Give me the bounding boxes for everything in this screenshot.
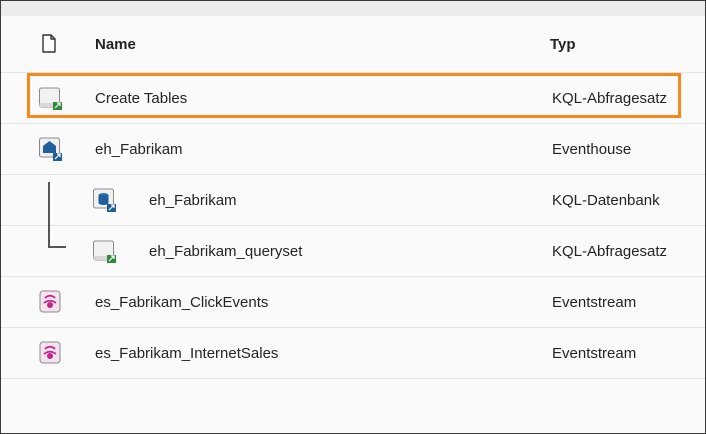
table-row[interactable]: eh_Fabrikam_queryset KQL-Abfragesatz: [1, 226, 705, 277]
table-row[interactable]: es_Fabrikam_InternetSales Eventstream: [1, 328, 705, 379]
table-row[interactable]: eh_Fabrikam KQL-Datenbank: [1, 175, 705, 226]
kql-queryset-icon: [38, 85, 64, 111]
top-strip: [1, 1, 705, 16]
kql-queryset-icon: [92, 238, 118, 264]
table-row[interactable]: es_Fabrikam_ClickEvents Eventstream: [1, 277, 705, 328]
item-type: Eventhouse: [552, 140, 632, 158]
eventstream-icon: [38, 340, 64, 366]
kql-database-icon: [92, 187, 118, 213]
item-type: KQL-Datenbank: [552, 191, 660, 209]
item-type: KQL-Abfragesatz: [552, 242, 668, 260]
item-name[interactable]: Create Tables: [95, 73, 187, 123]
workspace-item-list: Name Typ Create Tables KQL-Abfragesatz e…: [0, 0, 706, 434]
column-header-name[interactable]: Name: [95, 16, 136, 72]
item-type: Eventstream: [552, 344, 637, 362]
item-type: KQL-Abfragesatz: [552, 89, 668, 107]
item-table: Name Typ Create Tables KQL-Abfragesatz e…: [1, 16, 705, 379]
eventhouse-icon: [38, 136, 64, 162]
item-name[interactable]: es_Fabrikam_InternetSales: [95, 328, 278, 378]
item-name[interactable]: es_Fabrikam_ClickEvents: [95, 277, 268, 327]
item-name[interactable]: eh_Fabrikam: [95, 124, 183, 174]
document-icon: [41, 34, 57, 54]
table-header: Name Typ: [1, 16, 705, 73]
table-row[interactable]: eh_Fabrikam Eventhouse: [1, 124, 705, 175]
table-row[interactable]: Create Tables KQL-Abfragesatz: [1, 73, 705, 124]
item-name[interactable]: eh_Fabrikam: [149, 175, 237, 225]
column-header-type[interactable]: Typ: [550, 16, 576, 72]
eventstream-icon: [38, 289, 64, 315]
tree-connector: [48, 182, 66, 248]
item-name[interactable]: eh_Fabrikam_queryset: [149, 226, 302, 276]
item-type: Eventstream: [552, 293, 637, 311]
